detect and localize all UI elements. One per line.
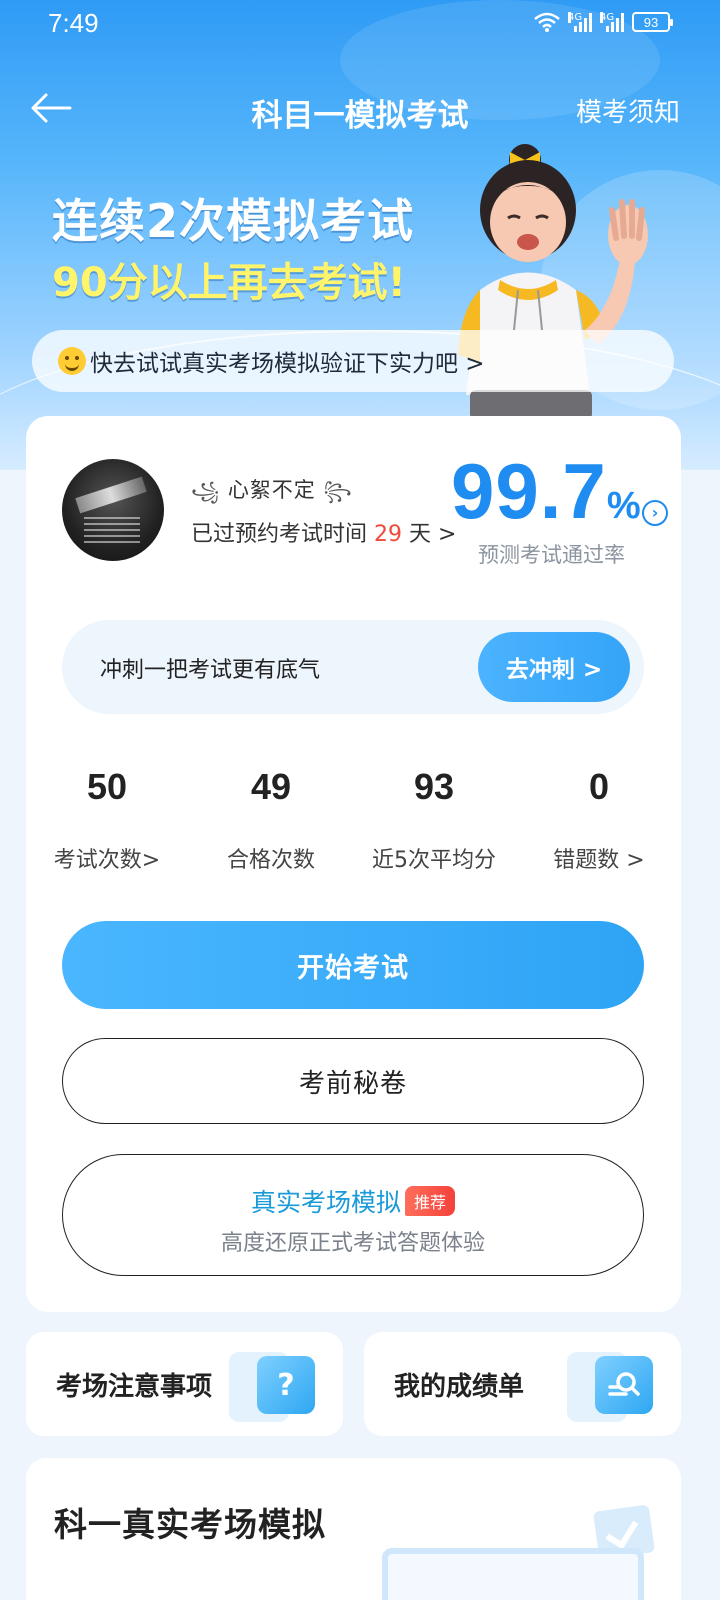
- sprint-text: 冲刺一把考试更有底气: [100, 658, 321, 683]
- hero-banner: 7:49 4G 4G 93 科目一模拟考试 模考须知 连续2次模拟考试 90分以…: [0, 0, 720, 470]
- banner-slogan-line1: 连续2次模拟考试: [52, 194, 415, 248]
- exam-summary-card: ꧁ 心絮不定 ꧂ 已过预约考试时间 29 天 > 99.7% › 预测考试通过率…: [26, 416, 681, 1312]
- start-exam-button[interactable]: 开始考试: [62, 921, 644, 1009]
- stat-exam-count[interactable]: 50 考试次数>: [27, 766, 187, 874]
- sprint-banner: 冲刺一把考试更有底气 去冲刺 >: [62, 620, 644, 714]
- tile-label: 我的成绩单: [394, 1372, 525, 1402]
- nickname-deco: ꧂: [323, 481, 353, 502]
- exam-date-prefix: 已过预约考试时间: [191, 522, 368, 547]
- signal-icon: 4G: [568, 12, 592, 32]
- stat-pass-count: 49 合格次数: [191, 766, 351, 874]
- nickname-deco: ꧁: [191, 481, 221, 502]
- real-exam-title-text: 真实考场模拟: [250, 1188, 401, 1217]
- exam-notes-tile[interactable]: 考场注意事项 ?: [26, 1332, 343, 1436]
- battery-icon: 93: [632, 12, 673, 32]
- nav-bar: 科目一模拟考试 模考须知: [0, 80, 720, 140]
- tile-label: 考场注意事项: [56, 1372, 213, 1402]
- computer-screen-illustration: [382, 1548, 644, 1600]
- stat-label: 错题数 >: [553, 848, 645, 873]
- banner-slogan-line2: 90分以上再去考试!: [52, 260, 406, 306]
- user-nickname[interactable]: ꧁ 心絮不定 ꧂: [191, 474, 353, 514]
- exam-days-count: 29: [374, 522, 403, 547]
- real-exam-simulation-button[interactable]: 真实考场模拟 推荐 高度还原正式考试答题体验: [62, 1154, 644, 1276]
- tip-text: 快去试试真实考场模拟验证下实力吧 >: [90, 351, 485, 377]
- pass-rate-label: 预测考试通过率: [478, 543, 625, 567]
- exam-notice-link[interactable]: 模考须知: [576, 92, 680, 129]
- exam-date-suffix: 天 >: [409, 522, 457, 547]
- stat-value: 93: [413, 766, 455, 807]
- signal-icon: 4G: [600, 12, 624, 32]
- sprint-button[interactable]: 去冲刺 >: [478, 632, 630, 702]
- pass-rate-value[interactable]: 99.7%: [451, 446, 642, 537]
- status-time: 7:49: [48, 8, 99, 38]
- wifi-icon: [534, 12, 560, 32]
- stat-value: 50: [86, 766, 128, 807]
- status-bar: 7:49 4G 4G 93: [0, 0, 720, 46]
- real-exam-section-card: 科一真实考场模拟: [26, 1458, 681, 1600]
- my-scores-tile[interactable]: 我的成绩单: [364, 1332, 681, 1436]
- signal-label: 4G: [568, 12, 583, 23]
- real-exam-title: 真实考场模拟 推荐: [63, 1183, 643, 1219]
- avatar[interactable]: [62, 459, 164, 561]
- exam-date-info[interactable]: 已过预约考试时间 29 天 >: [191, 516, 456, 548]
- stat-value: 49: [250, 766, 292, 807]
- status-icons: 4G 4G 93: [534, 12, 673, 32]
- recommend-badge: 推荐: [405, 1186, 456, 1216]
- real-exam-subtitle: 高度还原正式考试答题体验: [220, 1231, 485, 1256]
- magnifier-glyph: [608, 1372, 640, 1396]
- nickname-text: 心絮不定: [227, 478, 316, 502]
- stat-wrong-count[interactable]: 0 错题数 >: [519, 766, 679, 874]
- question-doc-icon: ?: [257, 1356, 315, 1414]
- stat-value: 0: [588, 766, 610, 807]
- chevron-right-icon[interactable]: ›: [642, 500, 668, 526]
- search-doc-icon: [595, 1356, 653, 1414]
- stat-label: 考试次数>: [53, 848, 161, 873]
- stat-label: 近5次平均分: [372, 848, 496, 873]
- stats-row: 50 考试次数> 49 合格次数 93 近5次平均分 0 错题数 >: [26, 766, 681, 876]
- real-exam-tip-banner[interactable]: 快去试试真实考场模拟验证下实力吧 >: [32, 330, 674, 392]
- secret-paper-button[interactable]: 考前秘卷: [62, 1038, 644, 1124]
- stat-label: 合格次数: [226, 848, 315, 873]
- stat-average-score: 93 近5次平均分: [354, 766, 514, 874]
- section-title: 科一真实考场模拟: [54, 1505, 326, 1544]
- pass-rate-number: 99.7: [451, 447, 607, 535]
- signal-label: 4G: [600, 12, 615, 23]
- smile-emoji-icon: [58, 347, 86, 375]
- pass-rate-unit: %: [606, 485, 642, 527]
